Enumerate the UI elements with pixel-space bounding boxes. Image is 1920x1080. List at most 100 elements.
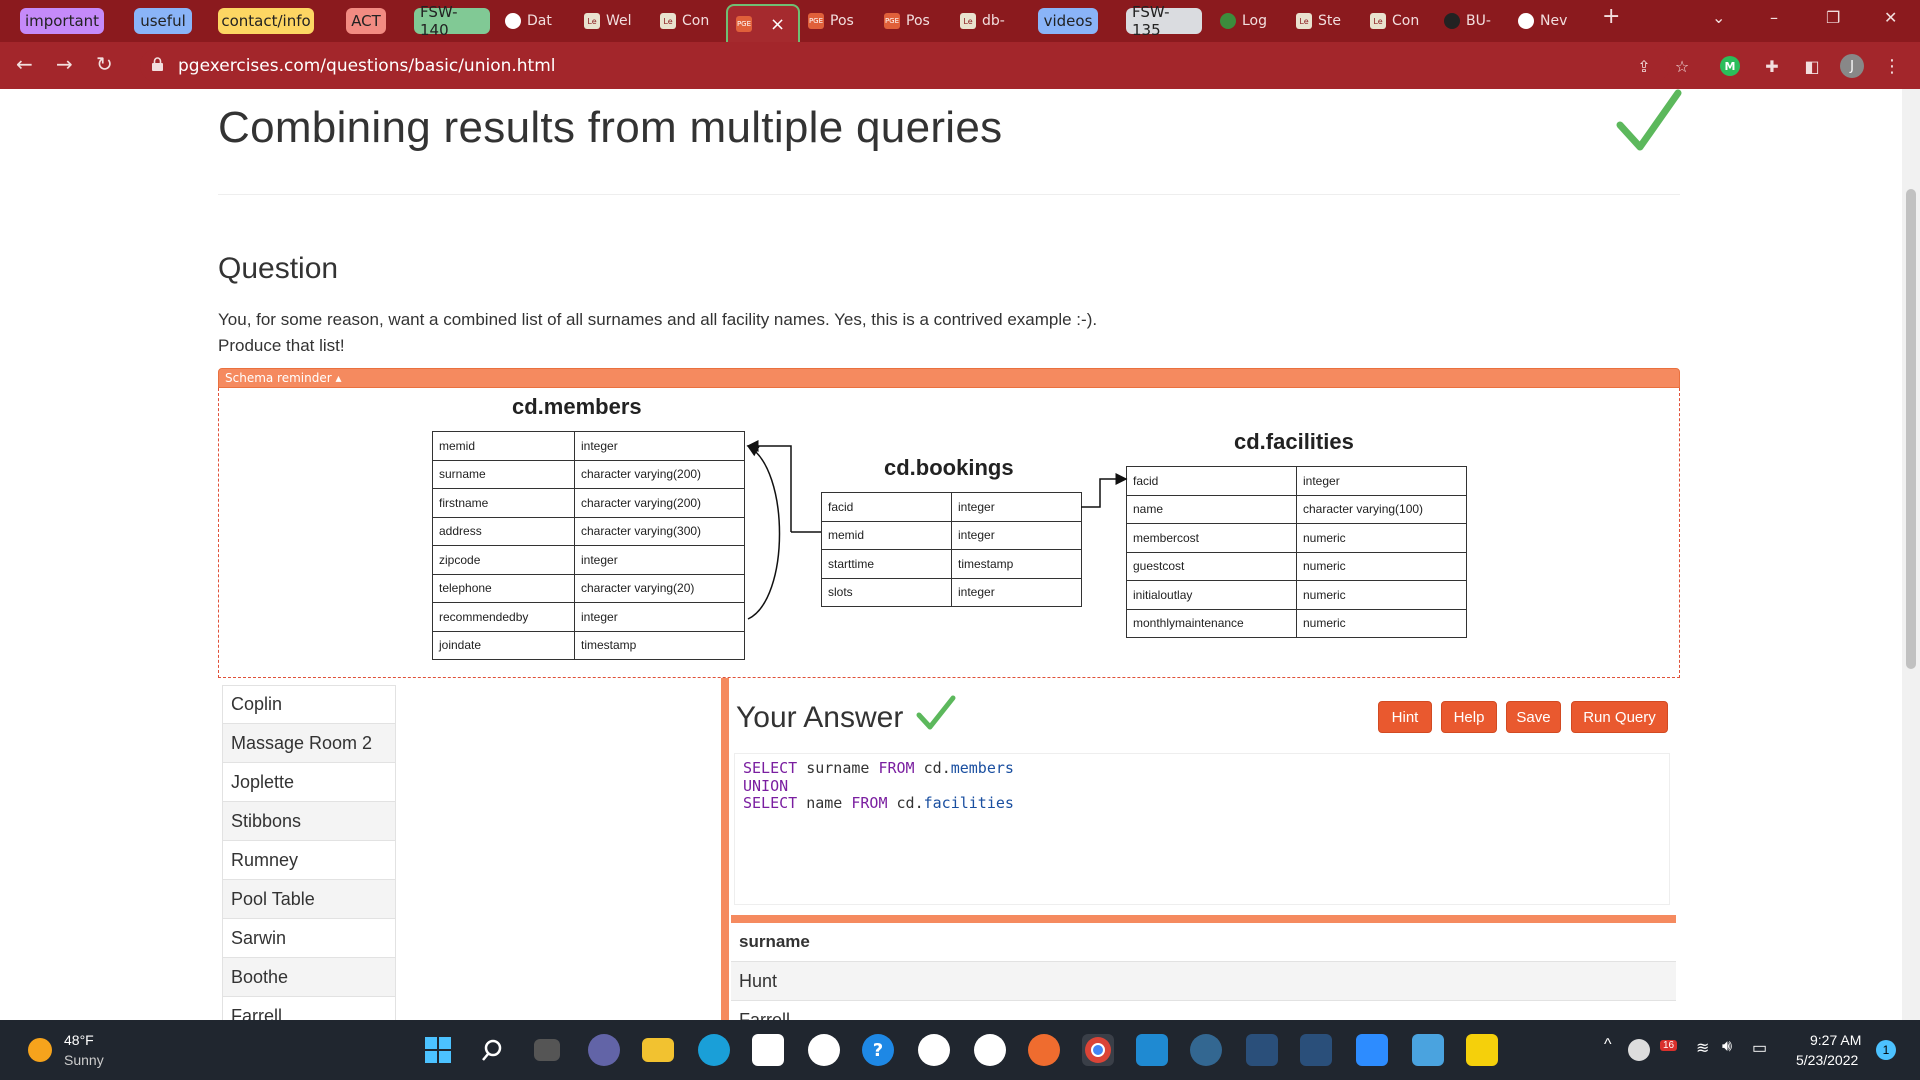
github-desktop-icon[interactable] bbox=[808, 1034, 840, 1066]
results-resize-handle[interactable] bbox=[731, 915, 1676, 923]
edge-browser-icon[interactable] bbox=[698, 1034, 730, 1066]
wifi-icon[interactable]: ≋ bbox=[1696, 1038, 1709, 1058]
menu-dots-icon[interactable]: ⋮ bbox=[1880, 54, 1904, 78]
minimize-icon[interactable]: – bbox=[1770, 8, 1778, 27]
tab-con[interactable]: Le Con bbox=[660, 8, 716, 34]
search-icon[interactable] bbox=[478, 1034, 510, 1066]
tab-title: Con bbox=[1392, 13, 1420, 29]
extensions-puzzle-icon[interactable]: ✚ bbox=[1760, 54, 1784, 78]
sql-column: surname bbox=[806, 759, 870, 777]
code-line: SELECT name FROM cd.facilities bbox=[743, 794, 1014, 812]
tab-group-fsw-140[interactable]: FSW-140 bbox=[414, 3, 490, 39]
sun-weather-icon[interactable] bbox=[28, 1038, 52, 1062]
clock-time[interactable]: 9:27 AM bbox=[1810, 1032, 1861, 1048]
tab-group-videos[interactable]: videos bbox=[1038, 8, 1098, 34]
tab-title: Nev bbox=[1540, 13, 1568, 29]
zoom-icon[interactable] bbox=[1356, 1034, 1388, 1066]
run-query-button[interactable]: Run Query bbox=[1571, 701, 1668, 733]
tab-group-act[interactable]: ACT bbox=[346, 8, 386, 34]
page-scrollbar[interactable] bbox=[1902, 89, 1920, 1020]
panel-divider[interactable] bbox=[721, 678, 729, 1020]
teams-chat-icon[interactable] bbox=[588, 1034, 620, 1066]
sql-editor[interactable]: SELECT surname FROM cd.members UNION SEL… bbox=[734, 753, 1670, 905]
slack-icon[interactable] bbox=[918, 1034, 950, 1066]
code-line: SELECT surname FROM cd.members bbox=[743, 759, 1014, 777]
mysql-workbench-icon[interactable] bbox=[1246, 1034, 1278, 1066]
pgexercises-icon: PGE bbox=[736, 16, 752, 32]
profile-avatar[interactable]: J bbox=[1840, 54, 1864, 78]
scrollbar-thumb[interactable] bbox=[1906, 189, 1916, 669]
tab-pos-2[interactable]: PGE Pos bbox=[884, 8, 946, 34]
sql-schema: cd bbox=[896, 794, 915, 812]
pgadmin-elephant-icon[interactable] bbox=[1190, 1034, 1222, 1066]
tab-group-contact-info[interactable]: contact/info bbox=[218, 8, 314, 34]
help-button[interactable]: Help bbox=[1441, 701, 1497, 733]
close-tab-icon[interactable]: × bbox=[770, 14, 785, 35]
vscode-icon[interactable] bbox=[1136, 1034, 1168, 1066]
sql-keyword: FROM bbox=[878, 759, 915, 777]
back-icon[interactable]: ← bbox=[16, 52, 33, 76]
tab-group-label: contact/info bbox=[221, 12, 311, 30]
sticky-notes-icon[interactable] bbox=[1466, 1034, 1498, 1066]
tab-pos-1[interactable]: PGE Pos bbox=[808, 8, 870, 34]
onedrive-icon[interactable] bbox=[1628, 1039, 1650, 1061]
tab-con-2[interactable]: Le Con bbox=[1370, 8, 1426, 34]
tab-active-pgexercises[interactable]: PGE × bbox=[726, 4, 800, 42]
tab-title: Con bbox=[682, 13, 710, 29]
url-text: pgexercises.com/questions/basic/union.ht… bbox=[178, 55, 556, 76]
microsoft-store-icon[interactable] bbox=[752, 1034, 784, 1066]
tab-title: db- bbox=[982, 13, 1005, 29]
extension-m-icon[interactable]: M bbox=[1720, 56, 1740, 76]
task-view-icon[interactable] bbox=[534, 1039, 560, 1061]
tab-group-label: useful bbox=[140, 12, 186, 30]
mongodb-compass-icon[interactable] bbox=[974, 1034, 1006, 1066]
help-app-icon[interactable]: ? bbox=[862, 1034, 894, 1066]
hint-button[interactable]: Hint bbox=[1378, 701, 1432, 733]
sql-table: members bbox=[950, 759, 1014, 777]
close-window-icon[interactable]: ✕ bbox=[1884, 8, 1897, 27]
mysql-workbench-2-icon[interactable] bbox=[1300, 1034, 1332, 1066]
share-icon[interactable]: ⇪ bbox=[1632, 54, 1656, 78]
file-explorer-icon[interactable] bbox=[642, 1038, 674, 1062]
answer-heading-text: Your Answer bbox=[736, 701, 904, 734]
reload-icon[interactable]: ↻ bbox=[96, 52, 113, 76]
relation-connectors bbox=[746, 440, 1128, 620]
volume-icon[interactable]: 🔊︎ bbox=[1722, 1038, 1732, 1056]
forward-icon[interactable]: → bbox=[56, 52, 73, 76]
chrome-icon[interactable] bbox=[1082, 1034, 1114, 1066]
url-bar[interactable]: pgexercises.com/questions/basic/union.ht… bbox=[140, 49, 1670, 82]
restore-icon[interactable]: ❐ bbox=[1826, 8, 1840, 27]
sql-table: facilities bbox=[923, 794, 1014, 812]
tab-db[interactable]: Le db- bbox=[960, 8, 1016, 34]
page-icon: Le bbox=[660, 13, 676, 29]
tray-overflow-icon[interactable]: ^ bbox=[1604, 1036, 1612, 1054]
list-item: Stibbons bbox=[222, 802, 396, 841]
tab-bu[interactable]: BU- bbox=[1444, 8, 1500, 34]
bookmark-star-icon[interactable]: ☆ bbox=[1670, 54, 1694, 78]
tab-log[interactable]: Log bbox=[1220, 8, 1272, 34]
sql-keyword: FROM bbox=[851, 794, 888, 812]
page-icon: Le bbox=[1370, 13, 1386, 29]
tab-search-icon[interactable]: ⌄ bbox=[1712, 8, 1725, 27]
list-item: Coplin bbox=[222, 685, 396, 724]
tab-nev[interactable]: Nev bbox=[1518, 8, 1574, 34]
start-windows-icon[interactable] bbox=[422, 1034, 454, 1066]
tab-dat[interactable]: Dat bbox=[505, 8, 565, 34]
postman-icon[interactable] bbox=[1028, 1034, 1060, 1066]
notification-badge[interactable]: 1 bbox=[1876, 1040, 1896, 1060]
tab-ste[interactable]: Le Ste bbox=[1296, 8, 1350, 34]
tab-group-fsw-135[interactable]: FSW-135 bbox=[1126, 3, 1202, 39]
pgexercises-icon: PGE bbox=[884, 13, 900, 29]
globe-icon bbox=[505, 13, 521, 29]
battery-icon[interactable]: ▭ bbox=[1752, 1038, 1767, 1058]
tab-wel[interactable]: Le Wel bbox=[584, 8, 644, 34]
address-toolbar: ← → ↻ pgexercises.com/questions/basic/un… bbox=[0, 42, 1920, 89]
photos-icon[interactable] bbox=[1412, 1034, 1444, 1066]
new-tab-button[interactable]: + bbox=[1602, 4, 1620, 29]
expected-results-list: Coplin Massage Room 2 Joplette Stibbons Rumn… bbox=[222, 685, 396, 1020]
side-panel-icon[interactable]: ◧ bbox=[1800, 54, 1824, 78]
tab-group-important[interactable]: important bbox=[20, 8, 104, 34]
save-button[interactable]: Save bbox=[1506, 701, 1561, 733]
clock-date[interactable]: 5/23/2022 bbox=[1796, 1052, 1858, 1068]
tab-group-useful[interactable]: useful bbox=[134, 8, 192, 34]
